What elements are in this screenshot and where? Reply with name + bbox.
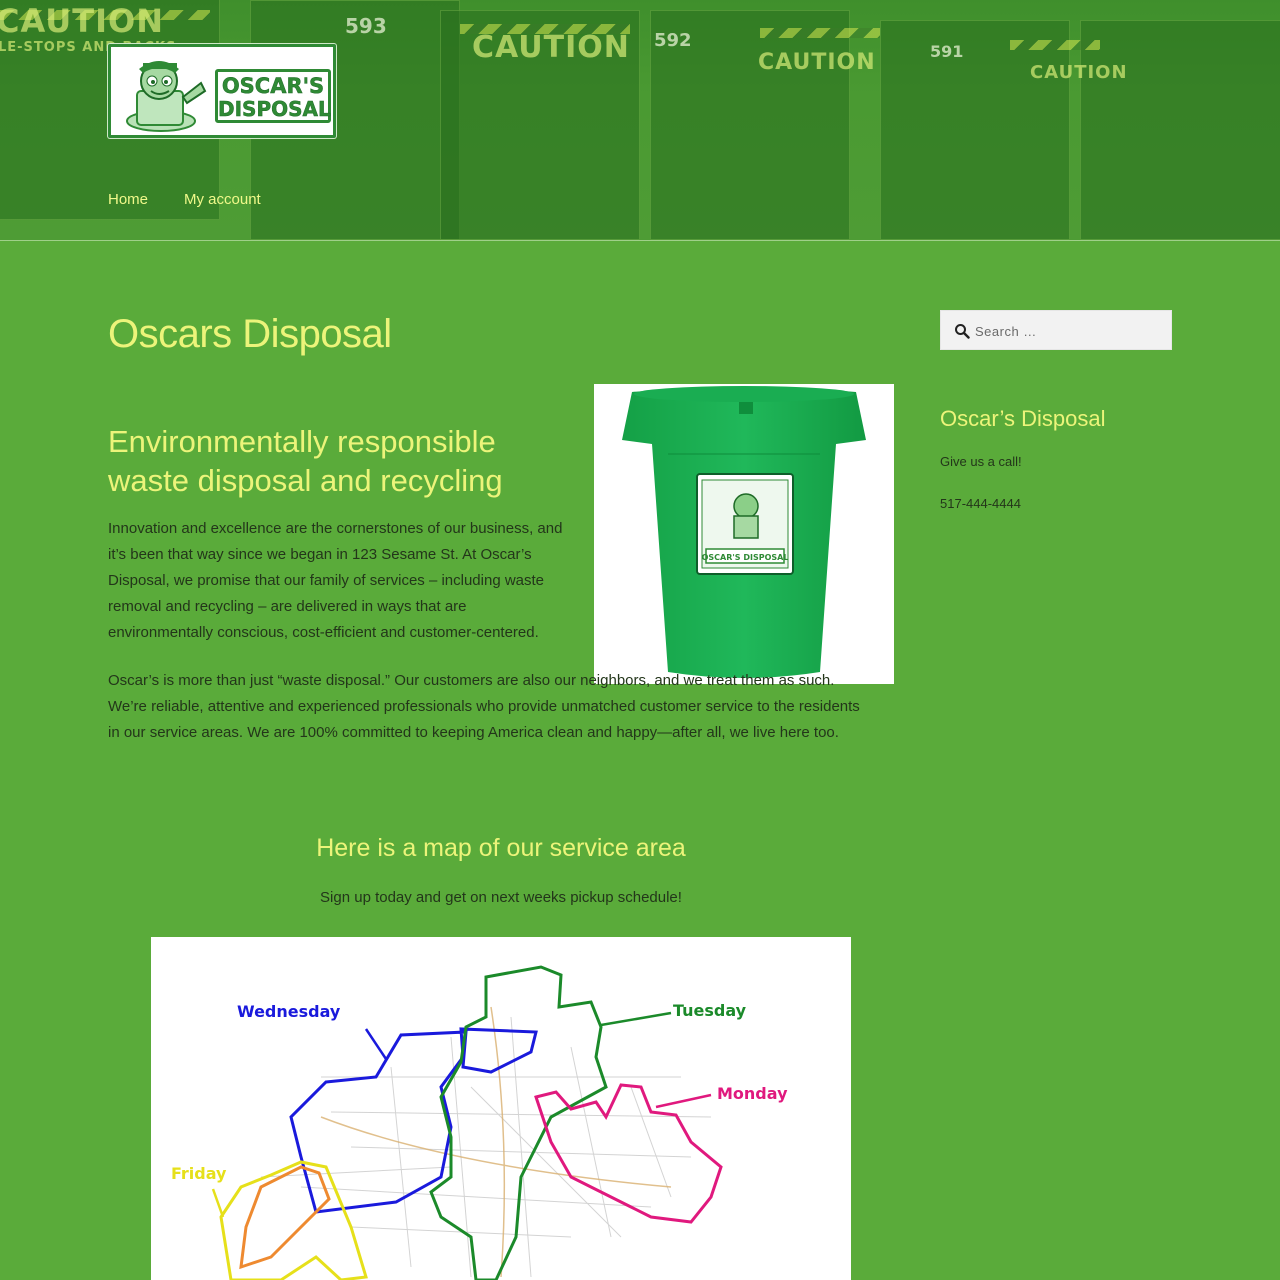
sidebar-call-text: Give us a call! [940, 454, 1022, 469]
logo-wordmark: OSCAR'S DISPOSAL [215, 69, 331, 123]
primary-navigation: Home My account [108, 191, 261, 208]
logo-line-1: OSCAR'S [221, 74, 325, 99]
service-area-map: Wednesday Tuesday Monday Friday [151, 937, 851, 1280]
site-logo[interactable]: OSCAR'S DISPOSAL [108, 44, 336, 138]
logo-line-2: DISPOSAL [218, 97, 331, 122]
site-header: CAUTION CAUTION CAUTION CAUTION LE-STOPS… [0, 0, 1280, 241]
nav-my-account-link[interactable]: My account [184, 191, 261, 208]
map-label-monday: Monday [717, 1084, 788, 1103]
sidebar-phone-number: 517-444-4444 [940, 496, 1021, 511]
map-label-wednesday: Wednesday [237, 1002, 341, 1021]
map-heading: Here is a map of our service area [316, 834, 686, 862]
wednesday-zone-boundary [289, 1027, 538, 1214]
friday-pointer [211, 1188, 225, 1218]
search-form [940, 310, 1172, 350]
search-input[interactable] [975, 319, 1165, 343]
oscar-mascot-icon [126, 61, 207, 132]
tuesday-zone-boundary [429, 965, 608, 1280]
page-title: Oscars Disposal [108, 312, 392, 356]
section-heading: Environmentally responsible waste dispos… [108, 424, 503, 498]
search-icon[interactable] [954, 323, 970, 339]
map-label-friday: Friday [171, 1164, 227, 1183]
monday-pointer [655, 1093, 712, 1109]
nav-home-link[interactable]: Home [108, 191, 148, 208]
bin-label: OSCAR'S DISPOSAL [702, 553, 789, 562]
green-trash-bin-image: OSCAR'S DISPOSAL [594, 384, 894, 684]
about-paragraph: Oscar’s is more than just “waste disposa… [108, 672, 860, 741]
wednesday-pointer [364, 1028, 388, 1060]
map-subheading: Sign up today and get on next weeks pick… [320, 889, 682, 906]
tuesday-pointer [600, 1011, 672, 1027]
map-label-tuesday: Tuesday [673, 1001, 747, 1020]
service-area-map-graphic: Wednesday Tuesday Monday Friday [171, 965, 788, 1280]
trash-bin-icon: OSCAR'S DISPOSAL [622, 386, 866, 678]
sidebar-widget-title: Oscar’s Disposal [940, 406, 1106, 431]
intro-paragraph: Innovation and excellence are the corner… [108, 520, 563, 641]
